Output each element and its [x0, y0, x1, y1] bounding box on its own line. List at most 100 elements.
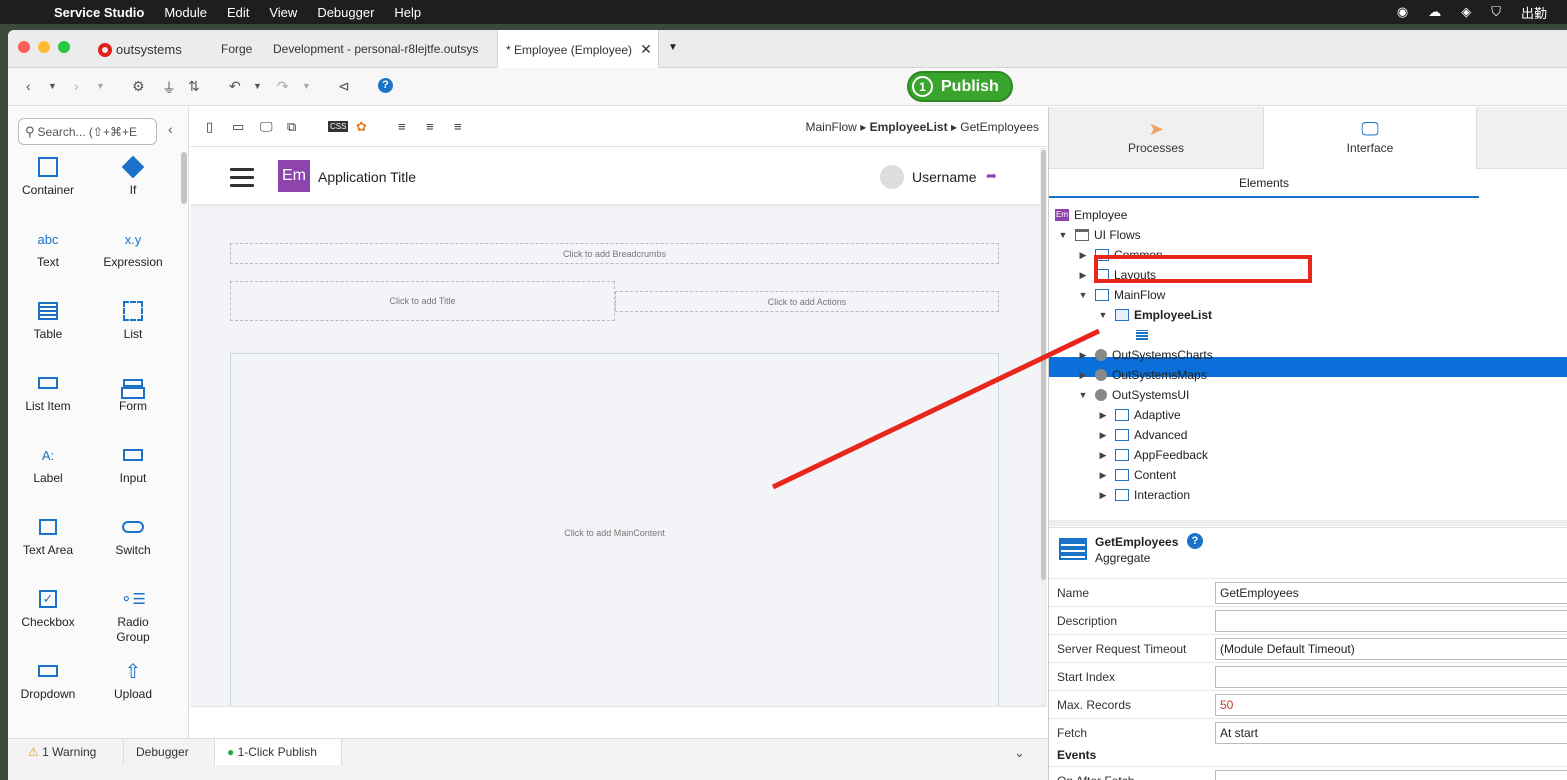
one-click-publish-tab[interactable]: ● 1-Click Publish	[215, 739, 342, 765]
status-app-icon[interactable]: ◉	[1397, 4, 1408, 20]
tab-employee[interactable]: * Employee (Employee) ✕	[497, 30, 659, 68]
canvas-scrollbar-thumb[interactable]	[1041, 150, 1046, 580]
tablet-view-icon[interactable]: ▭	[232, 119, 244, 135]
tab-close-icon[interactable]: ✕	[640, 41, 652, 57]
collapsed-arrow-icon[interactable]: ▶	[1077, 245, 1089, 265]
breadcrumbs-placeholder[interactable]: Click to add Breadcrumbs	[230, 243, 999, 264]
tree-node-getemployees[interactable]: ▶ GetEmployees	[1117, 325, 1233, 345]
css-icon[interactable]: CSS	[328, 121, 349, 132]
menu-debugger[interactable]: Debugger	[317, 5, 374, 20]
tab-more-icon[interactable]: ▼	[668, 42, 678, 53]
hamburger-menu-icon[interactable]	[230, 168, 254, 192]
back-icon[interactable]: ‹	[26, 78, 31, 94]
tree-node-outsystemsui[interactable]: ▼ OutSystemsUI	[1077, 385, 1190, 405]
undo-icon[interactable]: ↶	[229, 78, 241, 95]
tree-node-content[interactable]: ▶ Content	[1097, 465, 1177, 485]
collapsed-arrow-icon[interactable]: ▶	[1097, 465, 1109, 485]
tree-node-employee[interactable]: Em Employee	[1055, 205, 1127, 225]
widget-container[interactable]: Container	[8, 153, 88, 198]
collapsed-arrow-icon[interactable]: ▶	[1117, 325, 1129, 345]
sync-icon[interactable]: ◈	[1461, 4, 1471, 20]
undo-dropdown-icon[interactable]: ▼	[253, 81, 262, 91]
tab-processes[interactable]: ➤ Processes	[1049, 107, 1263, 169]
collapsed-arrow-icon[interactable]: ▶	[1077, 265, 1089, 285]
widgets-scrollbar[interactable]	[181, 152, 187, 204]
minimize-window-button[interactable]	[38, 41, 50, 53]
publish-button[interactable]: 1 Publish	[907, 71, 1013, 102]
redo-icon[interactable]: ↷	[277, 78, 289, 95]
forward-dropdown-icon[interactable]: ▼	[96, 81, 105, 91]
widget-text-area[interactable]: Text Area	[8, 513, 88, 558]
widget-if[interactable]: If	[93, 153, 173, 198]
screen-canvas[interactable]: Em Application Title Username ➦ Click to…	[190, 148, 1040, 706]
align-right-icon[interactable]: ≡	[454, 119, 462, 134]
menu-view[interactable]: View	[269, 5, 297, 20]
announce-icon[interactable]: ⊲	[338, 78, 350, 95]
warnings-tab[interactable]: ⚠ 1 Warning	[8, 739, 124, 765]
breadcrumb-screen[interactable]: EmployeeList	[870, 120, 948, 134]
tree-node-advanced[interactable]: ▶ Advanced	[1097, 425, 1188, 445]
collapse-panel-icon[interactable]: ‹	[168, 121, 173, 137]
logout-icon[interactable]: ➦	[986, 168, 997, 184]
tree-scrollbar[interactable]	[1049, 520, 1567, 526]
menu-module[interactable]: Module	[164, 5, 207, 20]
collapsed-arrow-icon[interactable]: ▶	[1097, 425, 1109, 445]
collapsed-arrow-icon[interactable]: ▶	[1097, 485, 1109, 505]
tree-node-mainflow[interactable]: ▼ MainFlow	[1077, 285, 1166, 305]
expanded-arrow-icon[interactable]: ▼	[1077, 285, 1089, 305]
widget-upload[interactable]: ⇧ Upload	[93, 657, 173, 702]
username[interactable]: Username	[912, 169, 977, 185]
tab-elements[interactable]: Elements	[1049, 170, 1479, 198]
canvas-scrollbar[interactable]	[1040, 148, 1047, 706]
chevron-down-icon[interactable]: ⌄	[1014, 745, 1025, 761]
widget-expression[interactable]: x.y Expression	[93, 225, 173, 270]
theme-icon[interactable]: ✿	[356, 119, 367, 135]
desktop-view-icon[interactable]: 🖵	[260, 119, 273, 135]
widget-label[interactable]: A: Label	[8, 441, 88, 486]
tree-node-appfeedback[interactable]: ▶ AppFeedback	[1097, 445, 1209, 465]
close-window-button[interactable]	[18, 41, 30, 53]
menu-app[interactable]: Service Studio	[54, 5, 144, 20]
collapsed-arrow-icon[interactable]: ▶	[1077, 365, 1089, 385]
breadcrumb-flow[interactable]: MainFlow	[806, 120, 857, 134]
property-value-input[interactable]: (Module Default Timeout)	[1215, 638, 1567, 660]
forward-icon[interactable]: ›	[74, 78, 79, 94]
align-center-icon[interactable]: ≡	[426, 119, 434, 134]
menubar-extra[interactable]: 出勤	[1521, 3, 1547, 22]
help-icon[interactable]: ?	[1187, 533, 1203, 549]
widget-list[interactable]: List	[93, 297, 173, 342]
menu-edit[interactable]: Edit	[227, 5, 249, 20]
property-value-input[interactable]	[1215, 610, 1567, 632]
cloud-icon[interactable]: ☁	[1428, 4, 1441, 20]
property-value-input[interactable]: GetEmployees	[1215, 582, 1567, 604]
back-dropdown-icon[interactable]: ▼	[48, 81, 57, 91]
shield-icon[interactable]: ⛉	[1491, 4, 1501, 20]
compare-icon[interactable]: ⇅	[188, 78, 200, 95]
tab-forge[interactable]: Forge	[213, 30, 260, 68]
property-value-input[interactable]	[1215, 770, 1567, 780]
align-left-icon[interactable]: ≡	[398, 119, 406, 134]
tree-node-outsystemsmaps[interactable]: ▶ OutSystemsMaps	[1077, 365, 1207, 385]
collapsed-arrow-icon[interactable]: ▶	[1097, 445, 1109, 465]
actions-placeholder[interactable]: Click to add Actions	[615, 291, 999, 312]
main-content-placeholder[interactable]: Click to add MainContent	[230, 353, 999, 706]
zoom-window-button[interactable]	[58, 41, 70, 53]
window-view-icon[interactable]: ⧉	[287, 119, 296, 135]
plug-icon[interactable]: ⏚	[162, 78, 176, 98]
tab-interface[interactable]: 🖵 Interface	[1263, 107, 1477, 170]
app-logo[interactable]: Em	[278, 160, 310, 192]
tree-node-adaptive[interactable]: ▶ Adaptive	[1097, 405, 1181, 425]
phone-view-icon[interactable]: ▯	[206, 119, 213, 135]
property-value-input[interactable]	[1215, 666, 1567, 688]
app-title[interactable]: Application Title	[318, 169, 416, 185]
tab-development[interactable]: Development - personal-r8lejtfe.outsys	[265, 30, 497, 68]
widget-dropdown[interactable]: Dropdown	[8, 657, 88, 702]
property-value-input[interactable]: 50	[1215, 694, 1567, 716]
help-icon[interactable]: ?	[378, 78, 393, 93]
expanded-arrow-icon[interactable]: ▼	[1097, 305, 1109, 325]
property-value-input[interactable]: At start	[1215, 722, 1567, 744]
breadcrumb-item[interactable]: GetEmployees	[960, 120, 1039, 134]
widget-radio-group[interactable]: ⚬☰ Radio Group	[93, 585, 173, 645]
tree-node-ui flows[interactable]: ▼ UI Flows	[1057, 225, 1141, 245]
widget-form[interactable]: Form	[93, 369, 173, 414]
